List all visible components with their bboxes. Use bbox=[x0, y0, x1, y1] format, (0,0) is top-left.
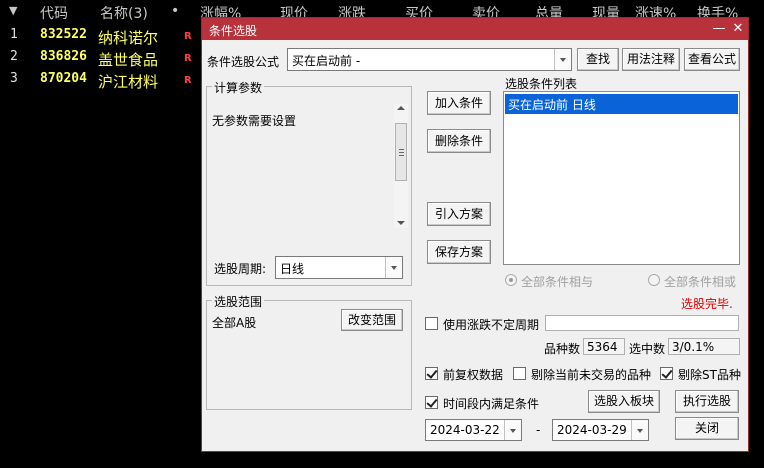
table-row[interactable]: 2 836826 盖世食品 R bbox=[0, 47, 200, 69]
radio-all-and-label: 全部条件相与 bbox=[521, 275, 594, 289]
stock-name: 盖世食品 bbox=[98, 51, 159, 69]
stock-code: 836826 bbox=[40, 49, 87, 64]
exclude-st-label: 剔除ST品种 bbox=[678, 368, 741, 382]
row-index: 2 bbox=[10, 49, 18, 64]
add-condition-button[interactable]: 加入条件 bbox=[427, 91, 491, 115]
stock-name: 沪江材料 bbox=[98, 73, 159, 91]
chevron-down-icon[interactable] bbox=[385, 257, 402, 278]
scroll-up-icon[interactable] bbox=[397, 106, 405, 110]
date-to-value: 2024-03-29 bbox=[557, 423, 627, 437]
save-scheme-button[interactable]: 保存方案 bbox=[427, 240, 491, 264]
period-select[interactable]: 日线 bbox=[275, 256, 403, 279]
stock-code: 832522 bbox=[40, 27, 87, 42]
row-index: 3 bbox=[10, 71, 18, 86]
formula-select[interactable]: 买在启动前 - bbox=[287, 48, 572, 71]
list-item[interactable]: 买在启动前 日线 bbox=[505, 94, 738, 114]
condition-list-title: 选股条件列表 bbox=[505, 77, 578, 91]
find-button[interactable]: 查找 bbox=[577, 48, 619, 71]
selected-value: 3/0.1% bbox=[668, 338, 740, 355]
import-scheme-button[interactable]: 引入方案 bbox=[427, 202, 491, 226]
range-value: 全部A股 bbox=[212, 316, 257, 330]
adjust-checkbox[interactable] bbox=[425, 367, 438, 380]
dialog-title: 条件选股 bbox=[209, 24, 258, 38]
margin-flag: R bbox=[184, 75, 192, 86]
count-value: 5364 bbox=[583, 338, 625, 355]
col-code[interactable]: 代码 bbox=[40, 3, 68, 23]
time-cond-label: 时间段内满足条件 bbox=[443, 397, 540, 411]
period-label: 选股周期: bbox=[214, 262, 267, 276]
indef-period-input[interactable] bbox=[545, 315, 739, 331]
chevron-down-icon[interactable] bbox=[631, 420, 648, 440]
table-row[interactable]: 3 870204 沪江材料 R bbox=[0, 69, 200, 91]
indef-period-checkbox[interactable] bbox=[425, 317, 438, 330]
run-select-button[interactable]: 执行选股 bbox=[675, 390, 739, 413]
range-group-title: 选股范围 bbox=[212, 293, 265, 310]
chevron-down-icon[interactable] bbox=[504, 420, 521, 440]
to-block-button[interactable]: 选股入板块 bbox=[588, 390, 660, 413]
sort-triangle-down-icon[interactable]: ▼ bbox=[9, 4, 17, 17]
stock-name: 纳科诺尔 bbox=[98, 29, 159, 47]
delete-condition-button[interactable]: 删除条件 bbox=[427, 129, 491, 153]
col-dot: • bbox=[171, 3, 180, 19]
margin-flag: R bbox=[184, 53, 192, 64]
close-icon[interactable]: ✕ bbox=[729, 20, 747, 38]
exclude-untraded-checkbox[interactable] bbox=[513, 367, 526, 380]
exclude-st-checkbox[interactable] bbox=[660, 367, 673, 380]
col-name[interactable]: 名称(3) bbox=[100, 3, 148, 23]
date-separator: - bbox=[536, 423, 541, 437]
date-from-select[interactable]: 2024-03-22 bbox=[425, 419, 522, 441]
radio-all-or-label: 全部条件相或 bbox=[664, 275, 737, 289]
radio-all-or[interactable] bbox=[648, 274, 660, 286]
close-button[interactable]: 关闭 bbox=[675, 417, 739, 440]
no-params-text: 无参数需要设置 bbox=[212, 114, 297, 128]
row-index: 1 bbox=[10, 27, 18, 42]
scroll-down-icon[interactable] bbox=[397, 221, 405, 225]
condition-stock-dialog: 条件选股 — ✕ 条件选股公式 买在启动前 - 查找 用法注释 查看公式 计算参… bbox=[201, 17, 749, 452]
chevron-down-icon[interactable] bbox=[554, 49, 571, 70]
params-group-title: 计算参数 bbox=[212, 79, 265, 96]
exclude-untraded-label: 剔除当前未交易的品种 bbox=[531, 368, 652, 382]
scroll-thumb[interactable] bbox=[395, 123, 407, 181]
formula-select-value: 买在启动前 - bbox=[292, 54, 361, 68]
view-formula-button[interactable]: 查看公式 bbox=[684, 48, 740, 71]
date-from-value: 2024-03-22 bbox=[430, 423, 500, 437]
indef-period-label: 使用涨跌不定周期 bbox=[443, 318, 540, 332]
radio-all-and[interactable] bbox=[505, 274, 517, 286]
adjust-label: 前复权数据 bbox=[443, 368, 504, 382]
usage-notes-button[interactable]: 用法注释 bbox=[622, 48, 680, 71]
time-cond-checkbox[interactable] bbox=[425, 396, 438, 409]
table-row[interactable]: 1 832522 纳科诺尔 R bbox=[0, 25, 200, 47]
count-label: 品种数 bbox=[544, 342, 581, 356]
params-scrollbar[interactable] bbox=[394, 104, 408, 228]
period-select-value: 日线 bbox=[280, 262, 305, 276]
status-text: 选股完毕. bbox=[681, 297, 733, 311]
date-to-select[interactable]: 2024-03-29 bbox=[552, 419, 649, 441]
change-range-button[interactable]: 改变范围 bbox=[341, 309, 403, 331]
stock-code: 870204 bbox=[40, 71, 87, 86]
minimize-icon[interactable]: — bbox=[710, 20, 728, 38]
condition-list[interactable]: 买在启动前 日线 bbox=[503, 91, 740, 265]
selected-label: 选中数 bbox=[629, 342, 666, 356]
formula-label: 条件选股公式 bbox=[207, 55, 280, 69]
margin-flag: R bbox=[184, 31, 192, 42]
dialog-titlebar[interactable]: 条件选股 — ✕ bbox=[202, 18, 748, 40]
